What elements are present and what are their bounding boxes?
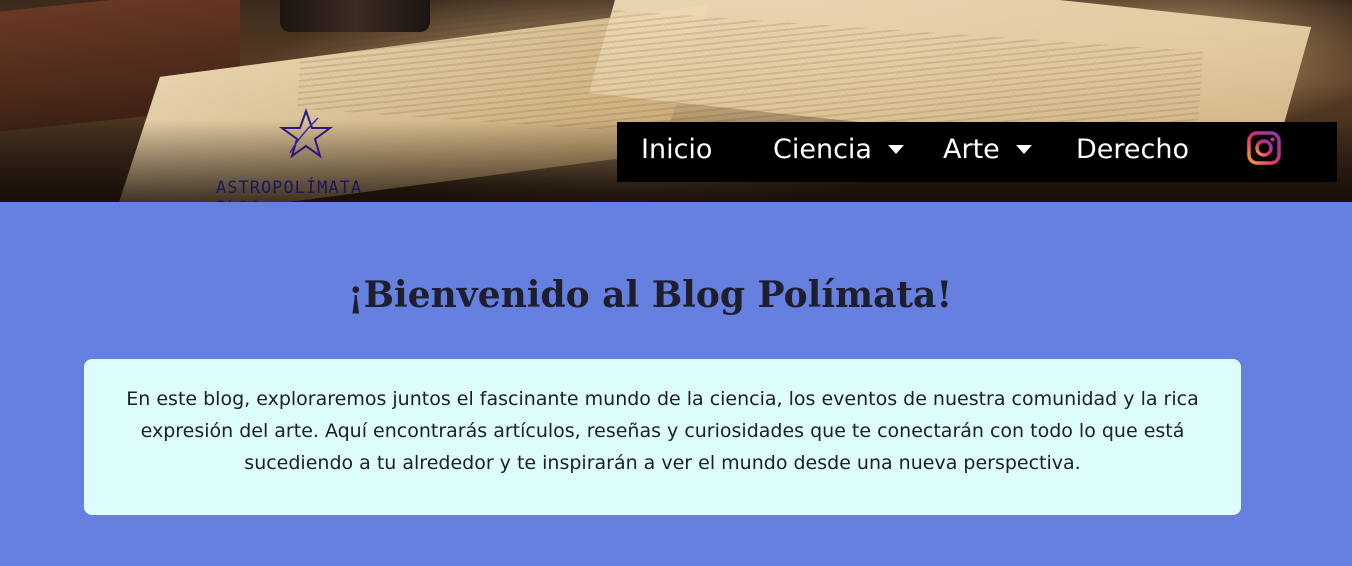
nav-item-inicio[interactable]: Inicio bbox=[641, 134, 712, 165]
nav-item-label: Derecho bbox=[1076, 134, 1189, 165]
nav-item-label: Inicio bbox=[641, 134, 713, 165]
instagram-icon[interactable] bbox=[1247, 131, 1281, 165]
logo-text: ASTROPOLÍMATA BLOG bbox=[216, 178, 363, 202]
page-title: ¡Bienvenido al Blog Polímata! bbox=[347, 274, 953, 317]
intro-card: En este blog, exploraremos juntos el fas… bbox=[84, 359, 1241, 515]
caret-down-icon bbox=[887, 145, 904, 154]
nav-item-arte[interactable]: Arte bbox=[943, 134, 1032, 165]
nav-item-label: Arte bbox=[943, 134, 1000, 165]
caret-down-icon bbox=[1015, 145, 1032, 154]
banner-book-spine bbox=[280, 0, 430, 32]
nav-item-derecho[interactable]: Derecho bbox=[1076, 134, 1189, 165]
star-icon bbox=[278, 108, 334, 159]
intro-text: En este blog, exploraremos juntos el fas… bbox=[126, 388, 1199, 474]
site-logo[interactable]: ASTROPOLÍMATA BLOG bbox=[210, 108, 410, 202]
main-nav: Inicio Ciencia Arte Derecho bbox=[617, 122, 1337, 182]
header-banner: ASTROPOLÍMATA BLOG Inicio Ciencia Arte D… bbox=[0, 0, 1352, 202]
nav-item-label: Ciencia bbox=[773, 134, 872, 165]
nav-item-ciencia[interactable]: Ciencia bbox=[773, 134, 904, 165]
